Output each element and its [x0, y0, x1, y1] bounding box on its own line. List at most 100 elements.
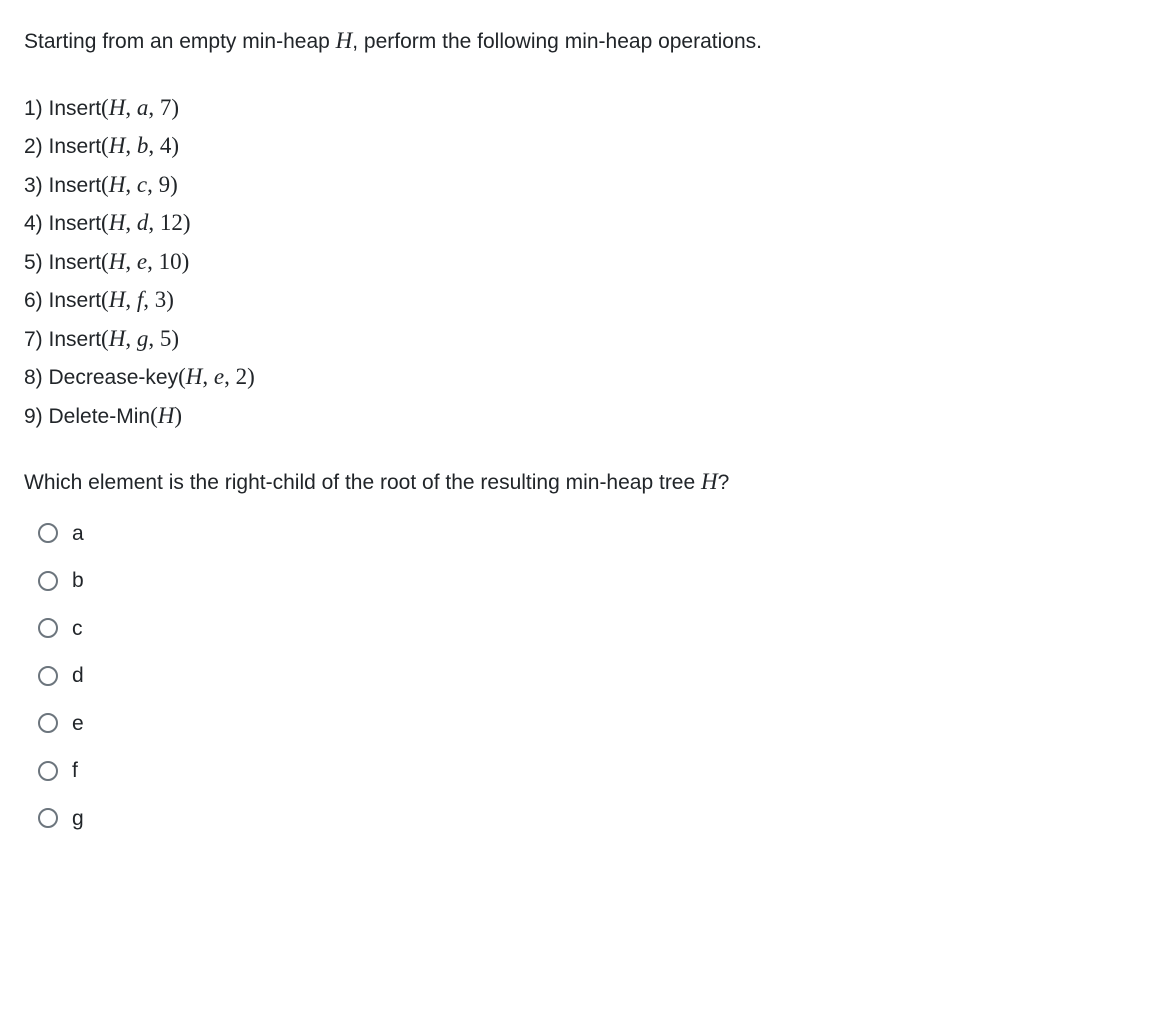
op-comma2: ,: [143, 287, 155, 312]
op-lparen: (: [150, 403, 158, 428]
op-function: Insert: [49, 289, 102, 312]
op-lparen: (: [101, 287, 109, 312]
answer-radio[interactable]: [38, 761, 58, 781]
op-function: Insert: [49, 97, 102, 120]
answer-radio[interactable]: [38, 666, 58, 686]
op-elem: c: [137, 172, 147, 197]
op-value: 9: [159, 172, 171, 197]
op-function: Insert: [49, 174, 102, 197]
op-rparen: ): [171, 326, 179, 351]
op-number: 5): [24, 251, 49, 274]
op-value: 4: [160, 133, 172, 158]
op-number: 7): [24, 328, 49, 351]
operation-line: 1) Insert(H, a, 7): [24, 91, 1126, 126]
op-value: 5: [160, 326, 172, 351]
op-value: 3: [155, 287, 167, 312]
answer-radio[interactable]: [38, 808, 58, 828]
op-H: H: [109, 249, 126, 274]
answer-label: f: [72, 755, 78, 787]
intro-text: Starting from an empty min-heap H, perfo…: [24, 24, 1126, 59]
intro-part1: Starting from an empty min-heap: [24, 30, 336, 53]
answer-option[interactable]: d: [38, 660, 1126, 692]
op-rparen: ): [183, 210, 191, 235]
operation-line: 8) Decrease-key(H, e, 2): [24, 360, 1126, 395]
op-comma2: ,: [148, 326, 160, 351]
operation-line: 9) Delete-Min(H): [24, 399, 1126, 434]
op-lparen: (: [178, 364, 186, 389]
op-H: H: [109, 133, 126, 158]
op-number: 3): [24, 174, 49, 197]
question-part2: ?: [718, 471, 730, 494]
answer-option[interactable]: c: [38, 613, 1126, 645]
answer-option[interactable]: g: [38, 803, 1126, 835]
answer-radio[interactable]: [38, 618, 58, 638]
op-comma1: ,: [202, 364, 214, 389]
op-number: 4): [24, 212, 49, 235]
op-comma1: ,: [125, 95, 137, 120]
answer-radio[interactable]: [38, 571, 58, 591]
op-function: Insert: [49, 328, 102, 351]
intro-part2: , perform the following min-heap operati…: [352, 30, 762, 53]
op-value: 2: [236, 364, 248, 389]
op-elem: d: [137, 210, 149, 235]
op-value: 10: [159, 249, 182, 274]
answer-radio[interactable]: [38, 713, 58, 733]
op-elem: g: [137, 326, 149, 351]
op-comma2: ,: [148, 133, 160, 158]
op-comma2: ,: [148, 210, 160, 235]
op-H: H: [109, 95, 126, 120]
op-lparen: (: [101, 95, 109, 120]
op-comma2: ,: [148, 95, 160, 120]
operation-line: 6) Insert(H, f, 3): [24, 283, 1126, 318]
op-value: 7: [160, 95, 172, 120]
op-comma1: ,: [125, 172, 137, 197]
answer-label: a: [72, 518, 84, 550]
question-part1: Which element is the right-child of the …: [24, 471, 701, 494]
op-number: 8): [24, 366, 49, 389]
op-elem: a: [137, 95, 149, 120]
operation-line: 7) Insert(H, g, 5): [24, 322, 1126, 357]
answer-label: d: [72, 660, 84, 692]
op-lparen: (: [101, 249, 109, 274]
answer-radio[interactable]: [38, 523, 58, 543]
op-rparen: ): [247, 364, 255, 389]
op-number: 9): [24, 405, 49, 428]
op-comma2: ,: [147, 172, 159, 197]
op-lparen: (: [101, 326, 109, 351]
op-comma1: ,: [125, 210, 137, 235]
operation-line: 4) Insert(H, d, 12): [24, 206, 1126, 241]
op-rparen: ): [182, 249, 190, 274]
operations-list: 1) Insert(H, a, 7)2) Insert(H, b, 4)3) I…: [24, 91, 1126, 434]
answer-option[interactable]: e: [38, 708, 1126, 740]
op-H: H: [186, 364, 203, 389]
op-number: 1): [24, 97, 49, 120]
op-H: H: [109, 210, 126, 235]
op-function: Insert: [49, 251, 102, 274]
op-comma2: ,: [224, 364, 236, 389]
op-elem: b: [137, 133, 149, 158]
answer-label: b: [72, 565, 84, 597]
operation-line: 3) Insert(H, c, 9): [24, 168, 1126, 203]
op-rparen: ): [171, 133, 179, 158]
answer-label: e: [72, 708, 84, 740]
operation-line: 2) Insert(H, b, 4): [24, 129, 1126, 164]
op-H: H: [109, 172, 126, 197]
op-comma1: ,: [125, 287, 137, 312]
op-rparen: ): [174, 403, 182, 428]
op-function: Decrease-key: [49, 366, 179, 389]
op-elem: e: [214, 364, 224, 389]
op-lparen: (: [101, 210, 109, 235]
op-rparen: ): [166, 287, 174, 312]
answer-option[interactable]: a: [38, 518, 1126, 550]
op-lparen: (: [101, 172, 109, 197]
op-H: H: [109, 326, 126, 351]
op-rparen: ): [170, 172, 178, 197]
op-H: H: [158, 403, 175, 428]
answer-option[interactable]: f: [38, 755, 1126, 787]
op-number: 6): [24, 289, 49, 312]
operation-line: 5) Insert(H, e, 10): [24, 245, 1126, 280]
op-H: H: [109, 287, 126, 312]
op-number: 2): [24, 135, 49, 158]
answer-option[interactable]: b: [38, 565, 1126, 597]
op-comma1: ,: [125, 133, 137, 158]
